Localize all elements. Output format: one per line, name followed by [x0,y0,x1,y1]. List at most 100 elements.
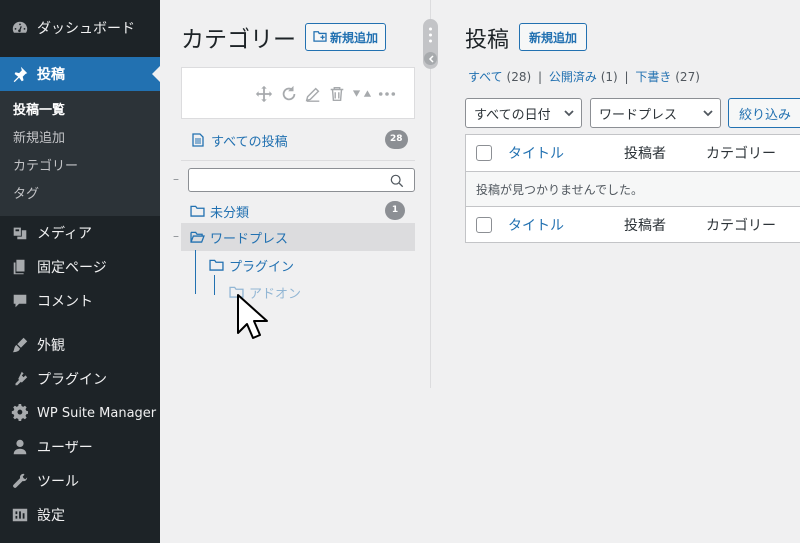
select-all-checkbox-footer[interactable] [476,217,492,233]
filter-all-link[interactable]: すべて [468,70,503,84]
collapse-toggle[interactable]: – [173,229,179,243]
admin-sidebar: ダッシュボード 投稿 投稿一覧 新規追加 カテゴリー タグ メディア 固定ページ… [0,0,160,543]
appearance-icon [10,335,30,355]
folder-open-icon [190,230,206,244]
category-plugins[interactable]: プラグイン [209,255,294,275]
chevron-down-icon [563,107,575,123]
post-status-filters: すべて (28) | 公開済み (1) | 下書き (27) [468,68,700,85]
select-all-checkbox[interactable] [476,145,492,161]
refresh-icon[interactable] [279,84,299,104]
menu-label: WP Suite Manager [37,405,157,421]
filter-button-label: 絞り込み [739,107,792,123]
category-toolbar [181,67,415,119]
menu-appearance[interactable]: 外観 [0,328,160,362]
column-category-header: カテゴリー [706,146,776,162]
folder-icon [190,204,206,218]
filter-published-link[interactable]: 公開済み [549,70,597,84]
media-icon [10,223,30,243]
filter-separator: | [537,70,543,84]
all-posts-label: すべての投稿 [211,134,288,150]
filter-button[interactable]: 絞り込み [728,98,800,128]
folder-icon [209,258,225,272]
menu-label: コメント [37,294,93,310]
filter-published-count: (1) [600,70,618,84]
column-author-footer: 投稿者 [624,218,666,234]
posts-submenu: 投稿一覧 新規追加 カテゴリー タグ [0,91,160,216]
menu-label: メディア [37,226,93,242]
menu-tools[interactable]: ツール [0,464,160,498]
menu-comments[interactable]: コメント [0,284,160,318]
filter-published-label: 公開済み [548,70,597,84]
settings-icon [10,505,30,525]
menu-label: 外観 [37,338,65,354]
plugin-icon [10,369,30,389]
menu-label: 投稿 [37,67,65,83]
add-new-label: 新規追加 [330,30,379,45]
category-panel-title: カテゴリー [181,27,296,53]
select-value: すべての日付 [474,107,551,123]
more-icon[interactable] [377,84,397,104]
document-icon [192,133,204,147]
posts-table: タイトル 投稿者 カテゴリー 投稿が見つかりませんでした。 タイトル 投稿者 カ… [465,134,800,243]
menu-wp-suite-manager[interactable]: WP Suite Manager [0,396,160,430]
wrench-icon [10,471,30,491]
date-filter-select[interactable]: すべての日付 [465,98,582,128]
category-label: 未分類 [210,205,250,221]
collapse-toggle[interactable]: – [173,172,179,186]
empty-message: 投稿が見つかりませんでした。 [476,182,644,197]
menu-pages[interactable]: 固定ページ [0,250,160,284]
table-header-row: タイトル 投稿者 カテゴリー [466,135,800,171]
posts-list-area: 投稿 新規追加 すべて (28) | 公開済み (1) | 下書き (27) す… [431,0,800,543]
folder-plus-icon [313,30,327,45]
dashboard-icon [10,18,30,38]
category-wordpress[interactable]: ワードプレス [190,227,288,247]
tree-connector [214,275,215,295]
submenu-categories[interactable]: カテゴリー [0,153,160,181]
search-icon [390,173,404,192]
category-label: プラグイン [229,259,295,275]
submenu-add-new[interactable]: 新規追加 [0,125,160,153]
add-new-label: 新規追加 [529,30,578,45]
category-panel: カテゴリー 新規追加 すべての投稿 28 – 未分類 1 – ワードプレス プラ… [160,0,430,543]
user-icon [10,437,30,457]
category-uncategorized[interactable]: 未分類 [190,201,249,221]
column-category-footer: カテゴリー [706,218,776,234]
filter-all-count: (28) [506,70,532,84]
menu-settings[interactable]: 設定 [0,498,160,532]
submenu-all-posts[interactable]: 投稿一覧 [0,97,160,125]
all-posts-count-badge: 28 [385,130,408,149]
all-posts-link[interactable]: すべての投稿 [181,126,415,154]
menu-label: ユーザー [37,440,93,456]
filter-draft-label: 下書き [635,70,672,84]
select-value: ワードプレス [599,107,678,123]
move-icon[interactable] [254,84,274,104]
menu-media[interactable]: メディア [0,216,160,250]
filter-all-label: すべて [468,70,503,84]
menu-plugins[interactable]: プラグイン [0,362,160,396]
sort-icon[interactable] [352,84,372,104]
menu-label: プラグイン [37,372,107,388]
menu-dashboard[interactable]: ダッシュボード [0,11,160,45]
category-divider [181,160,415,161]
pin-icon [10,64,30,84]
column-title-footer[interactable]: タイトル [508,215,564,235]
column-title-header[interactable]: タイトル [508,143,564,163]
chevron-down-icon [702,107,714,123]
category-filter-select[interactable]: ワードプレス [590,98,721,128]
menu-label: ツール [37,474,79,490]
mouse-cursor-icon [236,293,270,349]
pages-icon [10,257,30,277]
posts-add-new-button[interactable]: 新規追加 [519,23,588,51]
menu-label: ダッシュボード [37,21,135,37]
category-add-new-button[interactable]: 新規追加 [305,23,387,51]
trash-icon[interactable] [327,84,347,104]
filter-draft-count: (27) [675,70,700,84]
menu-posts[interactable]: 投稿 [0,57,160,91]
category-search-input[interactable] [188,168,415,192]
edit-icon[interactable] [303,84,323,104]
menu-users[interactable]: ユーザー [0,430,160,464]
filter-draft-link[interactable]: 下書き [635,70,671,84]
submenu-tags[interactable]: タグ [0,181,160,209]
tree-connector [195,250,196,294]
column-author-header: 投稿者 [624,146,666,162]
